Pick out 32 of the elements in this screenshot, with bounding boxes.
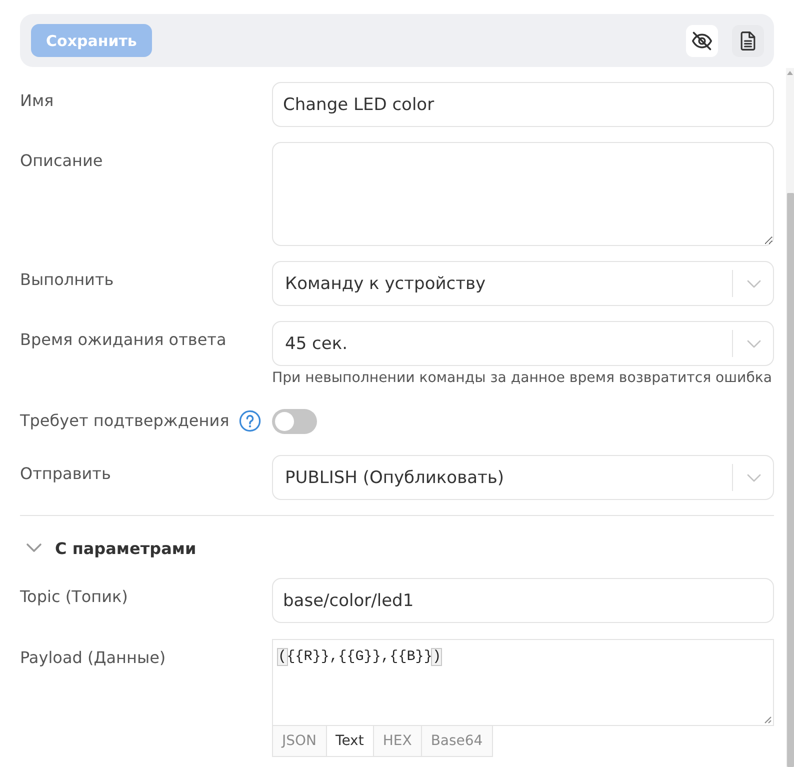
select-field[interactable]: Команду к устройству xyxy=(272,261,774,306)
field-label: Время ожидания ответа xyxy=(20,330,226,350)
field-label: Отправить xyxy=(20,464,111,484)
field-label: Payload (Данные) xyxy=(20,648,166,668)
payload-field[interactable]: ({{R}},{{G}},{{B}}) xyxy=(272,639,774,726)
select-field[interactable]: PUBLISH (Опубликовать) xyxy=(272,455,774,500)
scrollbar-thumb[interactable] xyxy=(786,193,794,767)
field-label: Требует подтверждения xyxy=(20,411,230,431)
select-field[interactable]: 45 сек. xyxy=(272,321,774,366)
text-field[interactable]: base/color/led1 xyxy=(272,578,774,623)
description-field[interactable] xyxy=(272,142,774,246)
visibility-toggle-button[interactable] xyxy=(686,24,718,56)
field-label: Описание xyxy=(20,151,103,171)
scroll-up-icon[interactable] xyxy=(787,71,793,75)
field-label: Выполнить xyxy=(20,270,114,290)
format-tab[interactable]: Text xyxy=(326,726,374,757)
document-button[interactable] xyxy=(732,24,764,56)
chevron-down-icon[interactable] xyxy=(26,543,42,553)
chevron-down-icon xyxy=(747,474,762,482)
resize-grip-icon[interactable] xyxy=(762,714,772,724)
scrollbar-track[interactable] xyxy=(786,68,794,767)
help-icon[interactable] xyxy=(239,410,262,432)
field-label: Имя xyxy=(20,91,54,111)
eye-slash-icon xyxy=(691,30,714,52)
chevron-down-icon xyxy=(747,280,762,288)
section-title[interactable]: С параметрами xyxy=(55,538,196,558)
text-field[interactable]: Change LED color xyxy=(272,82,774,127)
toggle-switch[interactable] xyxy=(272,408,317,434)
code-text: ({{R}},{{G}},{{B}}) xyxy=(278,648,442,667)
chevron-down-icon xyxy=(747,340,762,348)
hint-text: При невыполнении команды за данное время возвратится ошибка xyxy=(272,369,774,387)
field-label: Topic (Топик) xyxy=(20,587,128,607)
